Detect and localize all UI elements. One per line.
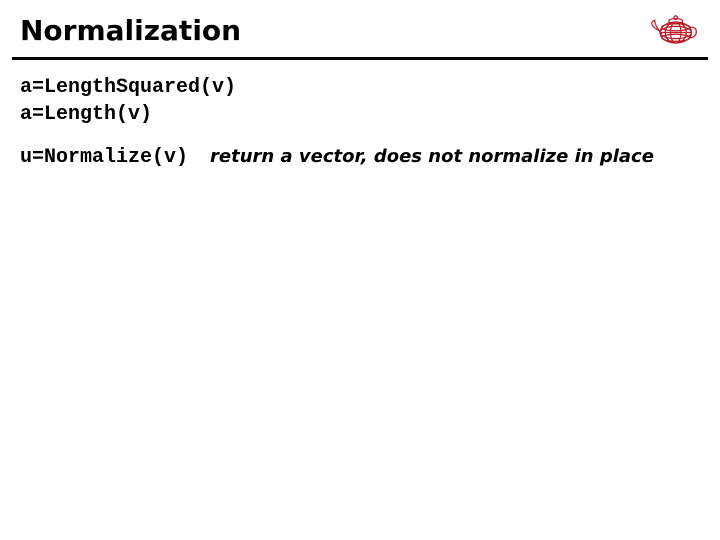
slide-body: a=LengthSquared(v) a=Length(v) u=Normali… [0,60,720,171]
slide: Normalization [0,0,720,540]
slide-header: Normalization [0,0,720,53]
teapot-icon [646,8,702,50]
code-line-length: a=Length(v) [20,101,700,128]
normalize-note: return a vector, does not normalize in p… [210,146,654,167]
code-line-normalize: u=Normalize(v) [20,144,188,171]
normalize-row: u=Normalize(v) return a vector, does not… [20,144,700,171]
slide-title: Normalization [20,14,700,47]
code-line-length-squared: a=LengthSquared(v) [20,74,700,101]
